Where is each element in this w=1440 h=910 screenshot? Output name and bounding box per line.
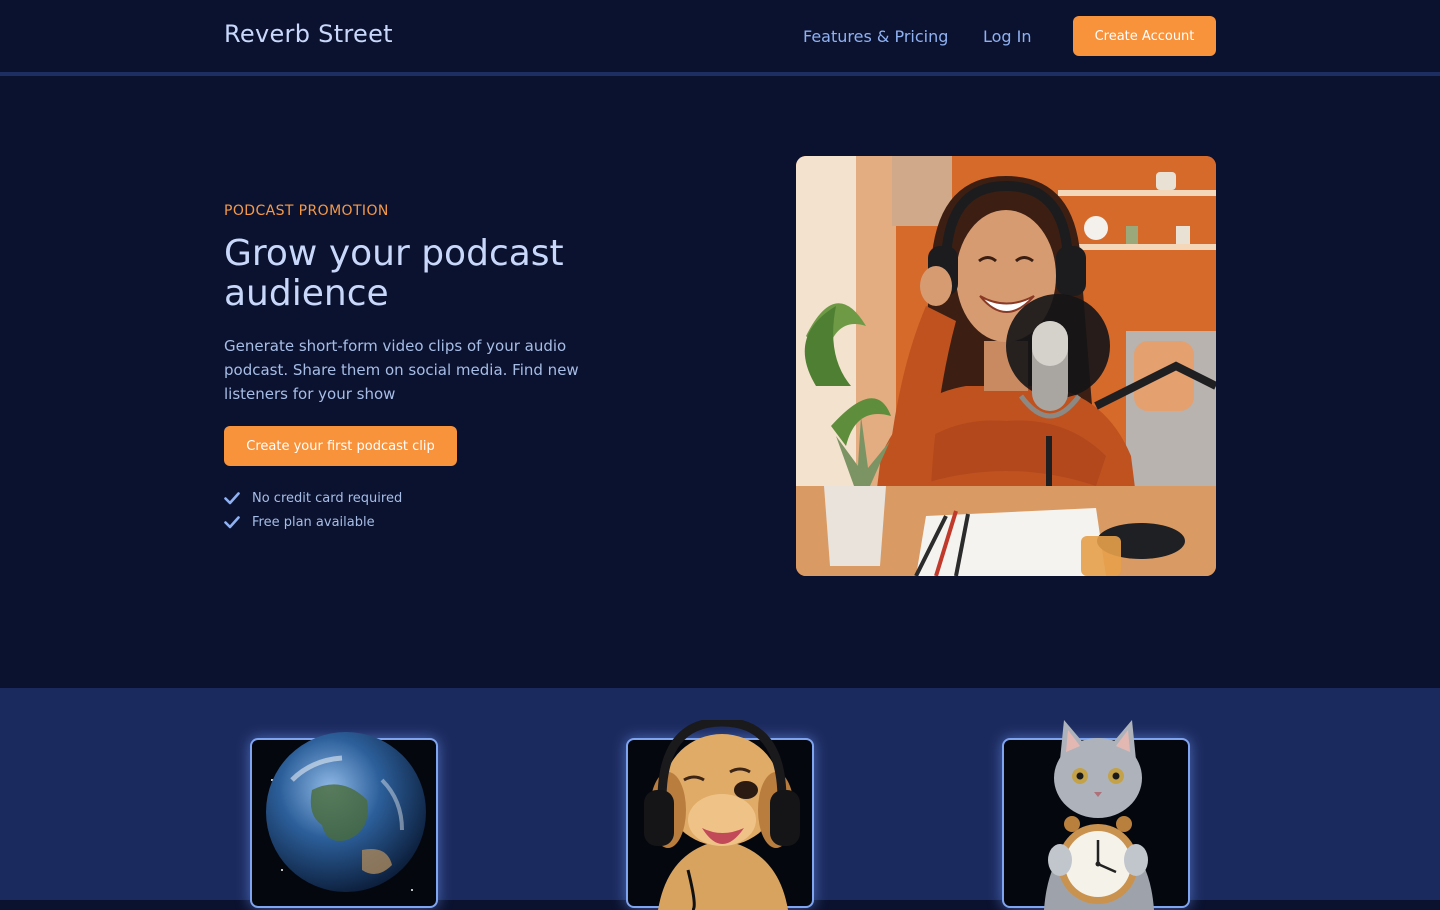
dog-headphones-image: [644, 720, 800, 910]
create-account-button[interactable]: Create Account: [1073, 16, 1216, 56]
feature-card-cat: [1002, 720, 1190, 910]
benefit-label: Free plan available: [252, 514, 375, 530]
check-icon: [224, 492, 240, 505]
benefit-item: No credit card required: [224, 486, 402, 510]
feature-card-dog: [626, 720, 814, 910]
nav-features-pricing[interactable]: Features & Pricing: [803, 27, 948, 46]
globe-image: [266, 732, 426, 892]
site-header: Reverb Street Features & Pricing Log In …: [0, 0, 1440, 76]
benefit-item: Free plan available: [224, 510, 402, 534]
check-icon: [224, 516, 240, 529]
hero-description: Generate short-form video clips of your …: [224, 337, 579, 403]
feature-card-globe: [250, 732, 438, 908]
benefit-label: No credit card required: [252, 490, 403, 506]
features-band: [0, 688, 1440, 910]
hero-title: Grow your podcast audience: [224, 233, 564, 314]
hero-eyebrow: PODCAST PROMOTION: [224, 203, 389, 219]
hero-podcaster-image: [796, 156, 1216, 576]
cat-clock-image: [1044, 720, 1154, 910]
brand-logo[interactable]: Reverb Street: [224, 20, 393, 48]
nav-login[interactable]: Log In: [983, 27, 1032, 46]
create-first-clip-button[interactable]: Create your first podcast clip: [224, 426, 457, 466]
benefit-list: No credit card required Free plan availa…: [224, 486, 402, 534]
